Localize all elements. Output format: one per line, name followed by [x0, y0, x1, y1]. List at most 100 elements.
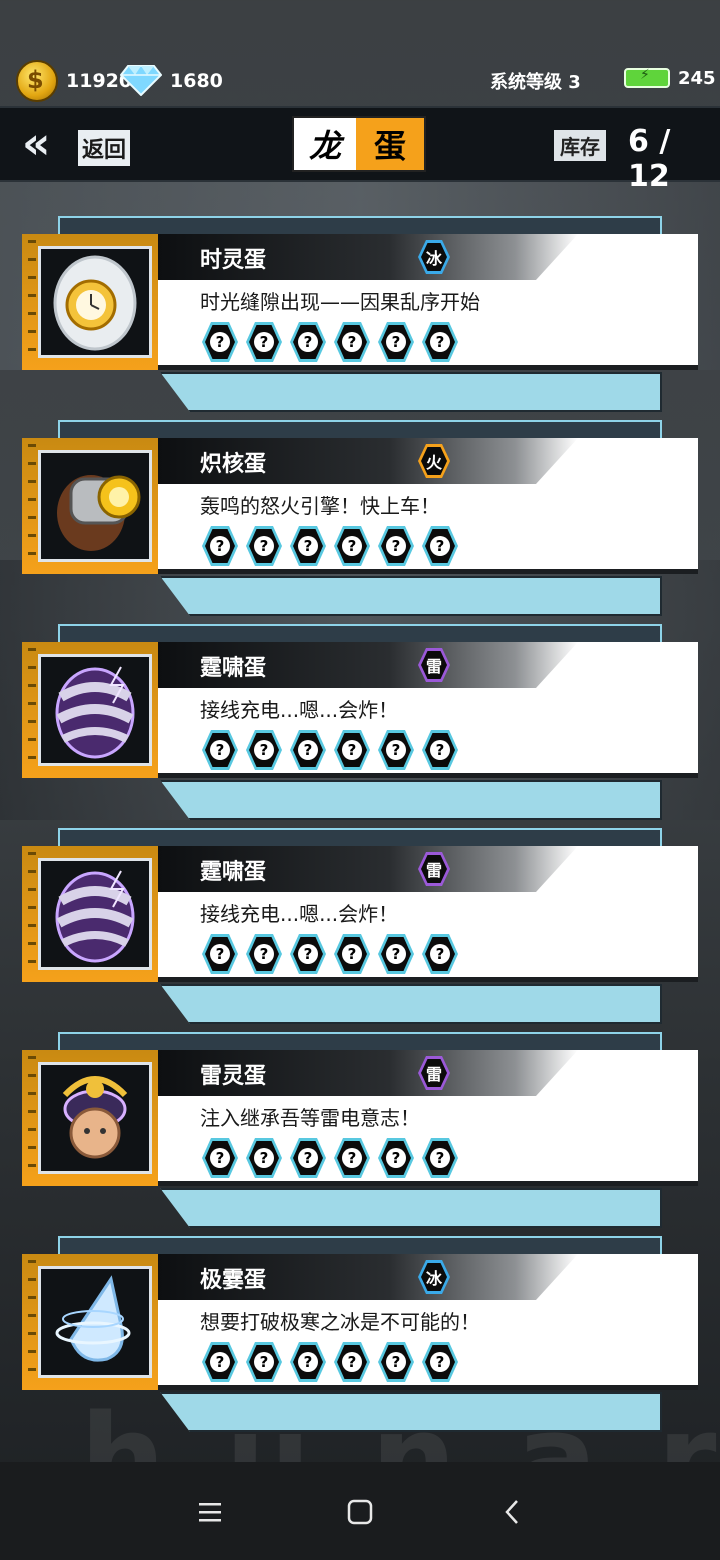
skill-slot[interactable]: ?: [290, 730, 326, 770]
card-body: 霆啸蛋 雷接线充电...嗯...会炸！??????: [22, 846, 698, 982]
skill-slot[interactable]: ?: [422, 934, 458, 974]
skill-slot[interactable]: ?: [246, 730, 282, 770]
question-mark-icon: ?: [386, 536, 406, 556]
skill-slot[interactable]: ?: [290, 934, 326, 974]
skill-slot[interactable]: ?: [422, 730, 458, 770]
energy-count: 245: [678, 68, 716, 89]
question-mark-icon: ?: [386, 740, 406, 760]
element-label: 雷: [421, 855, 447, 883]
egg-description: 接线充电...嗯...会炸！: [200, 698, 399, 722]
question-mark-icon: ?: [210, 1148, 230, 1168]
question-mark-icon: ?: [342, 740, 362, 760]
skill-slot[interactable]: ?: [202, 1342, 238, 1382]
question-mark-icon: ?: [298, 1148, 318, 1168]
egg-card[interactable]: 霆啸蛋 雷接线充电...嗯...会炸！??????: [22, 828, 698, 1038]
skill-slot[interactable]: ?: [334, 934, 370, 974]
egg-card[interactable]: 时灵蛋 冰时光缝隙出现——因果乱序开始??????: [22, 216, 698, 426]
skill-slot[interactable]: ?: [422, 526, 458, 566]
question-mark-icon: ?: [342, 1352, 362, 1372]
card-backplate: [160, 1392, 662, 1432]
skill-slot[interactable]: ?: [290, 322, 326, 362]
skill-slot[interactable]: ?: [334, 1342, 370, 1382]
question-mark-icon: ?: [342, 944, 362, 964]
skill-slot[interactable]: ?: [202, 730, 238, 770]
skill-slot[interactable]: ?: [202, 526, 238, 566]
skill-slot[interactable]: ?: [334, 730, 370, 770]
skill-slots: ??????: [202, 526, 458, 566]
egg-description: 接线充电...嗯...会炸！: [200, 902, 399, 926]
skill-slot[interactable]: ?: [422, 322, 458, 362]
card-body: 炽核蛋 火轰鸣的怒火引擎！快上车！??????: [22, 438, 698, 574]
card-backplate: [160, 984, 662, 1024]
back-button[interactable]: « 返回: [22, 122, 142, 170]
question-mark-icon: ?: [342, 536, 362, 556]
egg-description: 想要打破极寒之冰是不可能的！: [200, 1310, 480, 1334]
stock-value: 6 / 12: [628, 124, 671, 194]
engine-egg-icon: [38, 450, 152, 562]
skill-slot[interactable]: ?: [202, 322, 238, 362]
question-mark-icon: ?: [298, 332, 318, 352]
question-mark-icon: ?: [254, 944, 274, 964]
egg-icon-frame: [22, 234, 158, 370]
egg-name: 霆啸蛋: [200, 656, 267, 681]
question-mark-icon: ?: [210, 1352, 230, 1372]
thunder-egg-icon: [38, 654, 152, 766]
skill-slot[interactable]: ?: [334, 526, 370, 566]
question-mark-icon: ?: [386, 332, 406, 352]
question-mark-icon: ?: [430, 1352, 450, 1372]
skill-slot[interactable]: ?: [378, 730, 414, 770]
egg-card[interactable]: 极霎蛋 冰想要打破极寒之冰是不可能的！??????: [22, 1236, 698, 1446]
skill-slot[interactable]: ?: [290, 1138, 326, 1178]
skill-slots: ??????: [202, 322, 458, 362]
question-mark-icon: ?: [254, 1148, 274, 1168]
egg-name: 炽核蛋: [200, 452, 267, 477]
egg-icon-frame: [22, 846, 158, 982]
question-mark-icon: ?: [254, 332, 274, 352]
skill-slot[interactable]: ?: [202, 1138, 238, 1178]
question-mark-icon: ?: [298, 536, 318, 556]
element-label: 雷: [421, 1059, 447, 1087]
element-label: 火: [421, 447, 447, 475]
egg-icon-frame: [22, 1254, 158, 1390]
egg-card[interactable]: 炽核蛋 火轰鸣的怒火引擎！快上车！??????: [22, 420, 698, 630]
skill-slot[interactable]: ?: [290, 526, 326, 566]
skill-slot[interactable]: ?: [422, 1138, 458, 1178]
skill-slot[interactable]: ?: [246, 1138, 282, 1178]
title-left: 龙: [294, 118, 356, 170]
card-body: 时灵蛋 冰时光缝隙出现——因果乱序开始??????: [22, 234, 698, 370]
egg-card[interactable]: 霆啸蛋 雷接线充电...嗯...会炸！??????: [22, 624, 698, 834]
gem-count: 1680: [170, 70, 223, 92]
question-mark-icon: ?: [210, 740, 230, 760]
question-mark-icon: ?: [386, 1148, 406, 1168]
element-label: 冰: [421, 243, 447, 271]
menu-icon[interactable]: [190, 1492, 230, 1532]
question-mark-icon: ?: [430, 332, 450, 352]
skill-slot[interactable]: ?: [422, 1342, 458, 1382]
system-nav-bar: [0, 1462, 720, 1560]
skill-slot[interactable]: ?: [334, 322, 370, 362]
skill-slot[interactable]: ?: [378, 1138, 414, 1178]
skill-slot[interactable]: ?: [378, 1342, 414, 1382]
card-backplate: [160, 780, 662, 820]
egg-icon-frame: [22, 1050, 158, 1186]
egg-card[interactable]: 雷灵蛋 雷注入继承吾等雷电意志！??????: [22, 1032, 698, 1242]
skill-slot[interactable]: ?: [378, 934, 414, 974]
double-chevron-left-icon: «: [22, 118, 51, 169]
back-label: 返回: [78, 130, 131, 166]
skill-slot[interactable]: ?: [246, 322, 282, 362]
skill-slot[interactable]: ?: [378, 526, 414, 566]
skill-slot[interactable]: ?: [246, 934, 282, 974]
thunder-egg-icon: [38, 858, 152, 970]
question-mark-icon: ?: [298, 1352, 318, 1372]
skill-slot[interactable]: ?: [290, 1342, 326, 1382]
skill-slot[interactable]: ?: [246, 1342, 282, 1382]
home-icon[interactable]: [340, 1492, 380, 1532]
question-mark-icon: ?: [430, 536, 450, 556]
skill-slot[interactable]: ?: [246, 526, 282, 566]
skill-slot[interactable]: ?: [334, 1138, 370, 1178]
skill-slot[interactable]: ?: [378, 322, 414, 362]
question-mark-icon: ?: [342, 1148, 362, 1168]
skill-slot[interactable]: ?: [202, 934, 238, 974]
back-arrow-icon[interactable]: [492, 1492, 532, 1532]
egg-name: 极霎蛋: [200, 1268, 267, 1293]
